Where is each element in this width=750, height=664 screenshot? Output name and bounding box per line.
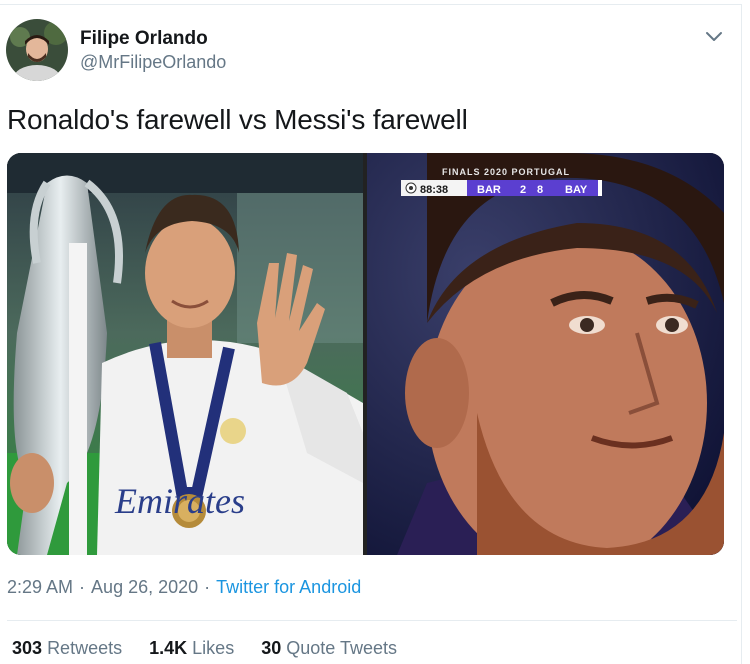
likes-stat[interactable]: 1.4K Likes <box>149 638 234 658</box>
away-team: BAY <box>565 184 588 196</box>
tweet-media[interactable]: Emirates FINALS 2020 PORTUGAL 88:38 BAR … <box>7 153 724 555</box>
tweet-source-link[interactable]: Twitter for Android <box>216 577 361 597</box>
retweets-label: Retweets <box>47 638 123 658</box>
stats-divider <box>7 620 737 621</box>
likes-label: Likes <box>192 638 235 658</box>
soccer-ball-icon <box>405 182 417 194</box>
messi-photo[interactable]: FINALS 2020 PORTUGAL 88:38 BAR 2 8 BAY <box>367 153 724 555</box>
meta-separator-2: · <box>204 577 211 597</box>
retweets-count: 303 <box>12 638 43 658</box>
scoreboard-banner: FINALS 2020 PORTUGAL <box>442 167 570 177</box>
quotes-count: 30 <box>261 638 282 658</box>
quotes-label: Quote Tweets <box>286 638 397 658</box>
tweet-stats: 303 Retweets 1.4K Likes 30 Quote Tweets <box>12 638 419 659</box>
retweets-stat[interactable]: 303 Retweets <box>12 638 122 658</box>
home-score: 2 <box>520 184 526 196</box>
home-team: BAR <box>477 184 501 196</box>
away-score: 8 <box>537 184 543 196</box>
right-border <box>741 4 742 664</box>
author-handle[interactable]: @MrFilipeOrlando <box>80 52 226 73</box>
tweet-text: Ronaldo's farewell vs Messi's farewell <box>7 104 468 135</box>
tweet-meta: 2:29 AM · Aug 26, 2020 · Twitter for Android <box>7 577 361 598</box>
tweet-time[interactable]: 2:29 AM <box>7 577 73 597</box>
author-name[interactable]: Filipe Orlando <box>80 28 208 50</box>
shirt-sponsor: Emirates <box>114 481 245 521</box>
tweet-date[interactable]: Aug 26, 2020 <box>91 577 198 597</box>
meta-separator: · <box>79 577 86 597</box>
quote-tweets-stat[interactable]: 30 Quote Tweets <box>261 638 397 658</box>
ronaldo-photo[interactable]: Emirates <box>7 153 363 555</box>
match-clock: 88:38 <box>420 184 448 196</box>
likes-count: 1.4K <box>149 638 188 658</box>
chevron-down-icon[interactable] <box>704 26 724 46</box>
top-divider <box>0 4 742 5</box>
avatar[interactable] <box>6 19 68 81</box>
